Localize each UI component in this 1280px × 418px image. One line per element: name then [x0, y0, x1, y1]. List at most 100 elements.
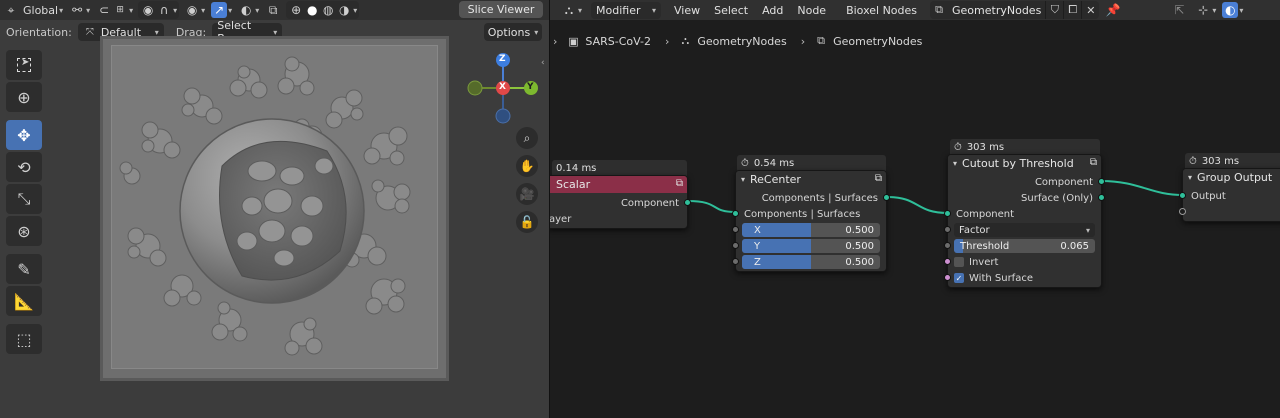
cutout-with-surface-socket[interactable]: [944, 274, 951, 281]
chevron-down-icon: ▾: [129, 5, 134, 15]
zoom-button[interactable]: ⌕: [516, 127, 538, 149]
recenter-y-socket[interactable]: [732, 242, 739, 249]
scalar-timing-text: 0.14 ms: [556, 162, 597, 174]
stopwatch-icon: ⏱: [741, 157, 749, 169]
falloff-curve-icon[interactable]: ∩: [156, 2, 172, 18]
annotate-tool[interactable]: ✎: [6, 254, 42, 284]
transform-orientation-dropdown[interactable]: ⌖ Global ▾: [0, 1, 66, 19]
group-output-header[interactable]: ▾ Group Output: [1183, 169, 1280, 186]
recenter-x-field[interactable]: X 0.500: [742, 223, 880, 237]
move-tool[interactable]: ✥: [6, 120, 42, 150]
recenter-output-socket[interactable]: [883, 194, 890, 201]
scale-tool[interactable]: ⤡: [6, 184, 42, 214]
pan-button[interactable]: ✋: [516, 155, 538, 177]
add-cube-tool[interactable]: ⬚: [6, 324, 42, 354]
cutout-header[interactable]: ▾ Cutout by Threshold ⧉: [948, 155, 1101, 172]
cutout-invert-checkbox[interactable]: [954, 257, 964, 267]
cursor-tool[interactable]: ⊕: [6, 82, 42, 112]
cutout-with-surface-checkbox[interactable]: ✓: [954, 273, 964, 283]
link-cutout-to-output[interactable]: [1100, 180, 1184, 196]
overlay-icon: ◐: [240, 3, 252, 17]
node-editor[interactable]: ⛬ ▾ Modifier ▾ View Select Add Node Bioxe…: [549, 0, 1280, 418]
scalar-output-row: Component: [550, 195, 691, 211]
snap-increment-icon: ⊞: [116, 5, 124, 15]
group-output-timing: ⏱ 303 ms: [1185, 153, 1280, 169]
node-cutout-by-threshold[interactable]: ▾ Cutout by Threshold ⧉ Component Surfac…: [944, 154, 1105, 288]
scalar-output-socket[interactable]: [684, 199, 691, 206]
node-recenter[interactable]: ▾ ReCenter ⧉ Components | Surfaces Compo…: [732, 170, 890, 272]
recenter-input-socket[interactable]: [732, 210, 739, 217]
recenter-x-socket[interactable]: [732, 226, 739, 233]
xray-icon: ⧉: [268, 2, 278, 17]
recenter-y-field[interactable]: Y 0.500: [742, 239, 880, 253]
recenter-z-socket[interactable]: [732, 258, 739, 265]
material-shading-icon[interactable]: ◍: [320, 2, 336, 18]
camera-view-button[interactable]: 🎥: [516, 183, 538, 205]
options-dropdown[interactable]: Options ▾: [484, 23, 542, 41]
sidebar-toggle-icon[interactable]: ‹: [541, 58, 545, 68]
orientation-global-icon: ⌖: [7, 2, 15, 17]
collapse-chevron-icon[interactable]: ▾: [953, 159, 957, 168]
recenter-header[interactable]: ▾ ReCenter ⧉: [736, 171, 886, 188]
viewport-header: ⌖ Global ▾ ⚯▾ ⊂ ⊞ ▾ ◉ ∩ ▾ ◉▾ ↗▾ ◐▾ ⧉: [0, 0, 549, 20]
cutout-input-socket[interactable]: [944, 210, 951, 217]
rendered-shading-icon[interactable]: ◑: [336, 2, 352, 18]
eye-icon: ◉: [186, 3, 198, 17]
group-node-icon: ⧉: [874, 173, 882, 184]
snap-toggle[interactable]: ⊂ ⊞ ▾: [93, 1, 136, 19]
overlay-toggle[interactable]: ◐ ▾: [235, 1, 262, 19]
cutout-invert-socket[interactable]: [944, 258, 951, 265]
chevron-down-icon[interactable]: ▾: [353, 6, 357, 15]
group-output-input-socket[interactable]: [1179, 192, 1186, 199]
navigation-gizmo[interactable]: Z Y X: [465, 50, 543, 128]
chevron-down-icon: ▾: [59, 5, 64, 15]
link-recenter-to-cutout[interactable]: [886, 196, 949, 214]
cutout-output-component-socket[interactable]: [1098, 178, 1105, 185]
proportional-edit-icon[interactable]: ◉: [140, 2, 156, 18]
cursor-icon: ⊕: [17, 87, 31, 107]
checkmark-icon: ✓: [955, 273, 963, 283]
recenter-input-label: Components | Surfaces: [744, 208, 861, 220]
recenter-timing: ⏱ 0.54 ms: [737, 155, 886, 171]
recenter-z-field[interactable]: Z 0.500: [742, 255, 880, 269]
cutout-output-surface-socket[interactable]: [1098, 194, 1105, 201]
measure-tool[interactable]: 📐: [6, 286, 42, 316]
spike: [363, 126, 408, 166]
recenter-input-row: Components | Surfaces: [732, 206, 886, 222]
spike: [141, 121, 181, 159]
recenter-z-value: 0.500: [845, 256, 874, 268]
spike: [211, 301, 248, 342]
collapse-chevron-icon[interactable]: ▾: [741, 175, 745, 184]
cutout-threshold-field[interactable]: Threshold 0.065: [954, 239, 1095, 253]
select-box-tool[interactable]: ➤: [6, 50, 42, 80]
toolbar: ➤ ⊕ ✥ ⟲ ⤡ ⊛ ✎ 📐 ⬚: [6, 50, 46, 356]
cutout-mode-dropdown[interactable]: Factor ▾: [954, 223, 1095, 237]
visibility-dropdown[interactable]: ◉ ▾: [181, 1, 208, 19]
collapse-chevron-icon[interactable]: ▾: [1188, 173, 1192, 182]
spike: [181, 87, 223, 125]
scalar-header[interactable]: Scalar ⧉: [550, 176, 687, 193]
group-output-empty-row: [1179, 204, 1280, 220]
cutout-mode-socket[interactable]: [944, 226, 951, 233]
slice-viewer-button[interactable]: Slice Viewer: [459, 1, 543, 18]
wireframe-shading-icon[interactable]: ⊕: [288, 2, 304, 18]
node-scalar[interactable]: Scalar ⧉ Component ayer: [550, 175, 691, 229]
pivot-point-dropdown[interactable]: ⚯ ▾: [66, 1, 93, 19]
chevron-down-icon: ▾: [86, 5, 91, 15]
xray-toggle[interactable]: ⧉: [262, 1, 284, 19]
recenter-timing-text: 0.54 ms: [753, 157, 795, 169]
3d-viewport[interactable]: ⌖ Global ▾ ⚯▾ ⊂ ⊞ ▾ ◉ ∩ ▾ ◉▾ ↗▾ ◐▾ ⧉: [0, 0, 549, 418]
link-scalar-to-recenter[interactable]: [687, 200, 736, 213]
solid-shading-icon[interactable]: ●: [304, 2, 320, 18]
recenter-output-label: Components | Surfaces: [761, 192, 878, 204]
gizmo-toggle[interactable]: ↗ ▾: [208, 1, 235, 19]
group-output-empty-socket[interactable]: [1179, 208, 1186, 215]
cutout-threshold-label: Threshold: [960, 240, 1010, 252]
transform-tool[interactable]: ⊛: [6, 216, 42, 246]
node-group-output[interactable]: ▾ Group Output Output: [1179, 168, 1280, 222]
rotate-tool[interactable]: ⟲: [6, 152, 42, 182]
lock-view-button[interactable]: 🔓: [516, 211, 538, 233]
cutout-threshold-socket[interactable]: [944, 242, 951, 249]
cutout-output-component-label: Component: [1034, 176, 1093, 188]
spike: [229, 65, 268, 99]
